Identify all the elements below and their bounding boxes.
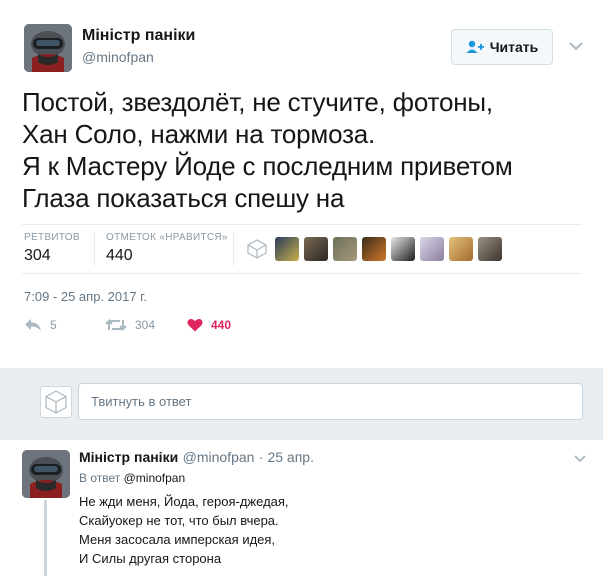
reply-text-line: Не жди меня, Йода, героя-джедая, (79, 494, 289, 509)
reply-author-handle[interactable]: @minofpan (183, 449, 255, 465)
default-egg-avatar-icon[interactable] (246, 238, 268, 265)
follow-button[interactable]: Читать (451, 29, 553, 65)
tweet-text-line: Глаза показаться спешу на (22, 183, 345, 213)
liker-avatar[interactable] (304, 237, 328, 261)
author-avatar[interactable] (24, 24, 72, 72)
helmet-avatar-image (24, 24, 72, 72)
reply-text-line: Меня засосала имперская идея, (79, 532, 276, 547)
liker-avatar[interactable] (420, 237, 444, 261)
retweets-stat[interactable]: РЕТВИТОВ 304 (24, 232, 80, 265)
tweet-text-line: Хан Соло, нажми на тормоза. (22, 119, 376, 149)
reply-author-avatar[interactable] (22, 450, 70, 498)
retweet-action[interactable]: 304 (105, 318, 155, 332)
likers-avatars (275, 237, 502, 261)
reply-menu-chevron-icon[interactable] (574, 450, 586, 468)
in-reply-to: В ответ @minofpan (79, 471, 185, 485)
liker-avatar[interactable] (391, 237, 415, 261)
reply-count: 5 (50, 318, 57, 332)
stats-divider (94, 232, 95, 266)
reply-input[interactable]: Твитнуть в ответ (78, 383, 583, 420)
author-handle[interactable]: @minofpan (82, 49, 154, 65)
tweet-text-line: Постой, звездолёт, не стучите, фотоны, (22, 87, 493, 117)
liker-avatar[interactable] (362, 237, 386, 261)
liker-avatar[interactable] (333, 237, 357, 261)
like-action[interactable]: 440 (187, 318, 231, 332)
reply-icon (25, 319, 41, 331)
follow-button-label: Читать (489, 39, 539, 55)
retweets-value: 304 (24, 247, 51, 264)
reply-header: Міністр паніки @minofpan · 25 апр. (79, 449, 314, 467)
add-user-icon (466, 40, 484, 53)
tweet-timestamp[interactable]: 7:09 - 25 апр. 2017 г. (24, 289, 147, 304)
retweet-icon (105, 318, 127, 332)
in-reply-to-prefix: В ответ (79, 471, 121, 485)
thread-connector-line (44, 500, 47, 576)
reply-action[interactable]: 5 (24, 318, 57, 332)
in-reply-to-handle[interactable]: @minofpan (124, 471, 186, 485)
likes-label: ОТМЕТОК «НРАВИТСЯ» (106, 232, 228, 243)
liker-avatar[interactable] (478, 237, 502, 261)
retweets-label: РЕТВИТОВ (24, 232, 80, 243)
author-display-name[interactable]: Міністр паніки (82, 27, 195, 45)
composer-avatar (40, 386, 72, 418)
retweet-count: 304 (135, 318, 156, 332)
stats-divider (233, 232, 234, 266)
tweet-text-line: Я к Мастеру Йоде с последним приветом (22, 151, 513, 181)
reply-text-line: Скайуокер не тот, что был вчера. (79, 513, 279, 528)
like-count: 440 (211, 318, 232, 332)
tweet-menu-chevron-icon[interactable] (569, 38, 583, 56)
liker-avatar[interactable] (275, 237, 299, 261)
likes-stat[interactable]: ОТМЕТОК «НРАВИТСЯ» 440 (106, 232, 228, 265)
reply-text: Не жди меня, Йода, героя-джедая, Скайуок… (79, 492, 579, 568)
reply-input-placeholder: Твитнуть в ответ (91, 394, 192, 409)
helmet-avatar-image (22, 450, 70, 498)
reply-author-name[interactable]: Міністр паніки (79, 449, 178, 465)
likes-value: 440 (106, 247, 133, 264)
reply-text-line: И Силы другая сторона (79, 551, 222, 566)
heart-icon (187, 319, 203, 332)
liker-avatar[interactable] (449, 237, 473, 261)
reply-date[interactable]: · 25 апр. (259, 449, 314, 465)
tweet-text: Постой, звездолёт, не стучите, фотоны, Х… (22, 86, 592, 214)
default-egg-avatar-icon (45, 390, 67, 414)
